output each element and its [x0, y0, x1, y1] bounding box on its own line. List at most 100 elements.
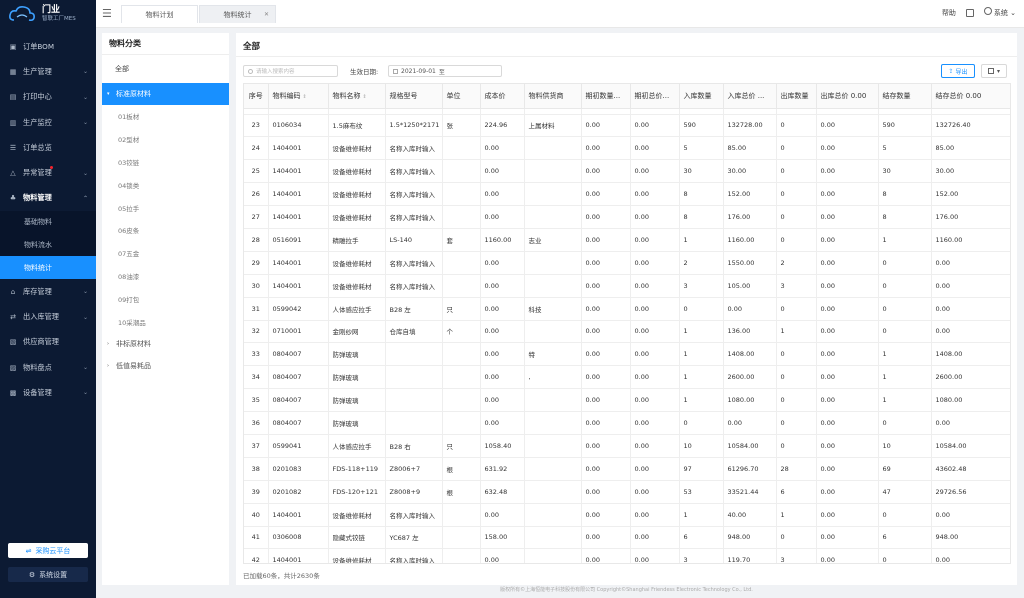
table-row[interactable]: 37 0599041 人体感应拉手 B28 右只 1058.40 0.00 0.00 10 10… — [244, 434, 1010, 458]
table-row[interactable]: 26 1404001 设备维修耗材 名称入库时输入 0.00 0.00 0.00 8 152.0… — [244, 182, 1010, 207]
sidebar-item-list[interactable]: ☰ 订单总览 — [0, 135, 96, 160]
column-header[interactable]: 成本价 — [480, 84, 525, 109]
table-row[interactable]: 35 0804007 防弹玻璃 0.00 0.00 0.00 1 1080.00 0 0.00 1 1… — [244, 388, 1010, 413]
category-item[interactable]: 06皮条 — [102, 219, 229, 242]
category-item[interactable]: 07五金 — [102, 242, 229, 265]
category-item[interactable]: 08油漆 — [102, 265, 229, 288]
sidebar-item-inventory[interactable]: ▨ 物料盘点 ⌄ — [0, 355, 96, 380]
table-row[interactable]: 40 1404001 设备维修耗材 名称入库时输入 0.00 0.00 0.00 1 40.00… — [244, 503, 1010, 527]
table-cell: 158.00 — [480, 526, 525, 550]
column-header-label: 单位 — [446, 91, 461, 100]
table-row[interactable]: 36 0804007 防弹玻璃 0.00 0.00 0.00 0 0.00 0 0.00 0 0.00 — [244, 411, 1010, 435]
column-header[interactable]: 物料编码 ⇕ — [268, 84, 329, 109]
table-row[interactable]: 31 0599042 人体感应拉手 B28 左只 0.00 科技 0.00 0.00 0 0.00… — [244, 297, 1010, 321]
table-row[interactable]: 30 1404001 设备维修耗材 名称入库时输入 0.00 0.00 0.00 3 105.0… — [244, 274, 1010, 298]
chevron-up-icon: ⌃ — [82, 194, 88, 202]
table-row[interactable]: 34 0804007 防弹玻璃 0.00, 0.00 0.00 1 2600.00 0 0.00 1… — [244, 365, 1010, 390]
sidebar-item-warehouse[interactable]: ⌂ 库存管理 ⌄ — [0, 279, 96, 304]
column-header[interactable]: 单位 — [442, 84, 481, 109]
sidebar-item-label: 订单BOM — [23, 41, 55, 51]
category-group[interactable]: ▾ 标准原材料 — [102, 83, 229, 105]
table-cell: Z8008+9 — [385, 480, 443, 504]
column-header[interactable]: 物料名称 ⇕ — [328, 84, 386, 109]
sort-icon[interactable]: ⇕ — [363, 94, 367, 100]
sidebar-item-supplier[interactable]: ▧ 供应商管理 — [0, 330, 96, 355]
column-header[interactable]: 规格型号 — [385, 84, 443, 109]
user-menu[interactable]: 系统 ⌄ — [983, 7, 1016, 18]
sidebar-item-device[interactable]: ▩ 设备管理 ⌄ — [0, 380, 96, 405]
sidebar-subitem[interactable]: 物料流水 — [0, 234, 96, 257]
procurement-cloud-button[interactable]: ⇌ 采购云平台 — [8, 543, 88, 558]
column-header[interactable]: 物料供货商 — [524, 84, 582, 109]
column-header[interactable]: 出库总价 0.00 — [816, 84, 879, 109]
table-cell: 1080.00 — [723, 388, 777, 413]
column-header[interactable]: 期初总价... — [630, 84, 680, 109]
category-item[interactable]: 03铰链 — [102, 151, 229, 174]
menu-toggle-icon[interactable]: ☰ — [102, 7, 112, 20]
sidebar-subitem[interactable]: 物料统计 — [0, 256, 96, 280]
category-item[interactable]: 04锁类 — [102, 173, 229, 196]
fullscreen-icon[interactable] — [965, 8, 974, 17]
sidebar-item-warning[interactable]: △ 异常管理 ⌄ — [0, 160, 96, 185]
table-row[interactable]: 42 1404001 设备维修耗材 名称入库时输入 0.00 0.00 0.00 3 119.7… — [244, 548, 1010, 563]
category-item[interactable]: 02型材 — [102, 128, 229, 151]
table-cell: 97 — [679, 457, 724, 481]
sort-icon[interactable]: ⇕ — [303, 94, 307, 100]
top-header: ☰ 物料计划 物料统计 ✕ 帮助 系统 ⌄ — [96, 0, 1024, 28]
close-icon[interactable]: ✕ — [264, 11, 269, 18]
table-row[interactable]: 38 0201083 FDS-118+119 Z8006+7 根 631.92 0.00 0.… — [244, 457, 1010, 481]
sidebar-item-monitor[interactable]: ▥ 生产监控 ⌄ — [0, 110, 96, 135]
sidebar-subitem[interactable]: 基础物料 — [0, 211, 96, 234]
column-header[interactable]: 期初数量... — [581, 84, 631, 109]
category-item[interactable]: 01板材 — [102, 105, 229, 128]
tab-material-statistics[interactable]: 物料统计 ✕ — [199, 5, 276, 23]
column-header[interactable]: 出库数量 — [776, 84, 817, 109]
table-row[interactable]: 27 1404001 设备维修耗材 名称入库时输入 0.00 0.00 0.00 8 176.0… — [244, 205, 1010, 229]
table-row[interactable]: 29 1404001 设备维修耗材 名称入库时输入 0.00 0.00 0.00 2 1550.… — [244, 251, 1010, 275]
category-all[interactable]: 全部 — [102, 55, 229, 83]
sidebar-item-materials[interactable]: ♣ 物料管理 ⌃ — [0, 186, 96, 211]
column-header[interactable]: 序号 — [244, 84, 269, 109]
table-cell — [524, 274, 582, 298]
column-header-label: 成本价 — [484, 91, 506, 100]
sidebar-item-inout[interactable]: ⇄ 出入库管理 ⌄ — [0, 304, 96, 329]
category-item[interactable]: 09打包 — [102, 287, 229, 310]
table-cell: 1 — [679, 342, 724, 367]
column-settings-button[interactable]: ▾ — [981, 64, 1007, 78]
table-cell: 0.00 — [480, 548, 525, 563]
table-row[interactable]: 33 0804007 防弹玻璃 0.00 特 0.00 0.00 1 1408.00 0 0.00 1… — [244, 342, 1010, 367]
table-cell: 0.00 — [480, 503, 525, 527]
table-row[interactable]: 32 0710001 金刚纱网 仓库自填个 0.00 0.00 0.00 1 136.00 1 0.… — [244, 320, 1010, 344]
export-button[interactable]: ⇪ 导出 — [941, 64, 975, 78]
sidebar-item-factory[interactable]: ▦ 生产管理 ⌄ — [0, 59, 96, 84]
column-header[interactable]: 结存数量 — [878, 84, 932, 109]
category-item[interactable]: 10采潮品 — [102, 310, 229, 333]
category-group[interactable]: › 低值易耗品 — [102, 355, 229, 377]
table-cell: 设备维修耗材 — [328, 205, 386, 229]
table-row[interactable]: 24 1404001 设备维修耗材 名称入库时输入 0.00 0.00 0.00 5 85.00… — [244, 136, 1010, 161]
table-cell — [524, 388, 582, 413]
help-link[interactable]: 帮助 — [942, 8, 956, 18]
table-row[interactable]: 25 1404001 设备维修耗材 名称入库时输入 0.00 0.00 0.00 30 30.0… — [244, 159, 1010, 184]
system-settings-button[interactable]: ⚙ 系统设置 — [8, 567, 88, 582]
search-input[interactable]: 请输入搜索内容 — [243, 65, 338, 77]
table-row[interactable]: 28 0516091 精雕拉手 LS-140 套 1160.00 志业 0.00 0.00 1 11… — [244, 228, 1010, 252]
printer-icon: ▤ — [9, 93, 17, 102]
tab-material-plan[interactable]: 物料计划 — [121, 5, 198, 23]
brand-logo[interactable]: 门业 智联工厂MES — [0, 0, 96, 28]
sidebar-item-printer[interactable]: ▤ 打印中心 ⌄ — [0, 85, 96, 110]
category-group[interactable]: › 非标原材料 — [102, 333, 229, 355]
table-row[interactable]: 23 0106034 1.5麻布纹 1.5*1250*2171 张 224.96 上属材料 0… — [244, 114, 1010, 138]
sidebar-item-folder[interactable]: ▣ 订单BOM — [0, 34, 96, 59]
category-item[interactable]: 05拉手 — [102, 196, 229, 219]
table-row[interactable]: 41 0306008 隐藏式铰链 YC687 左 158.00 0.00 0.00 6 948.… — [244, 526, 1010, 550]
column-header[interactable]: 结存总价 0.00 — [931, 84, 1010, 109]
caret-down-icon: ▾ — [996, 67, 1000, 75]
date-range-picker[interactable]: 2021-09-01 至 — [388, 65, 502, 77]
table-row[interactable]: 39 0201082 FDS-120+121 Z8008+9 根 632.48 0.00 0.… — [244, 480, 1010, 504]
column-header[interactable]: 入库数量 — [679, 84, 724, 109]
table-cell: 152.00 — [723, 182, 777, 207]
column-header[interactable]: 入库总价 ... — [723, 84, 777, 109]
table-cell — [524, 411, 582, 435]
statistics-table: 序号 物料编码 ⇕ 物料名称 ⇕ 规格型号 单位 成本价 物料供货商 期初数量... 期初总价...… — [243, 83, 1011, 564]
